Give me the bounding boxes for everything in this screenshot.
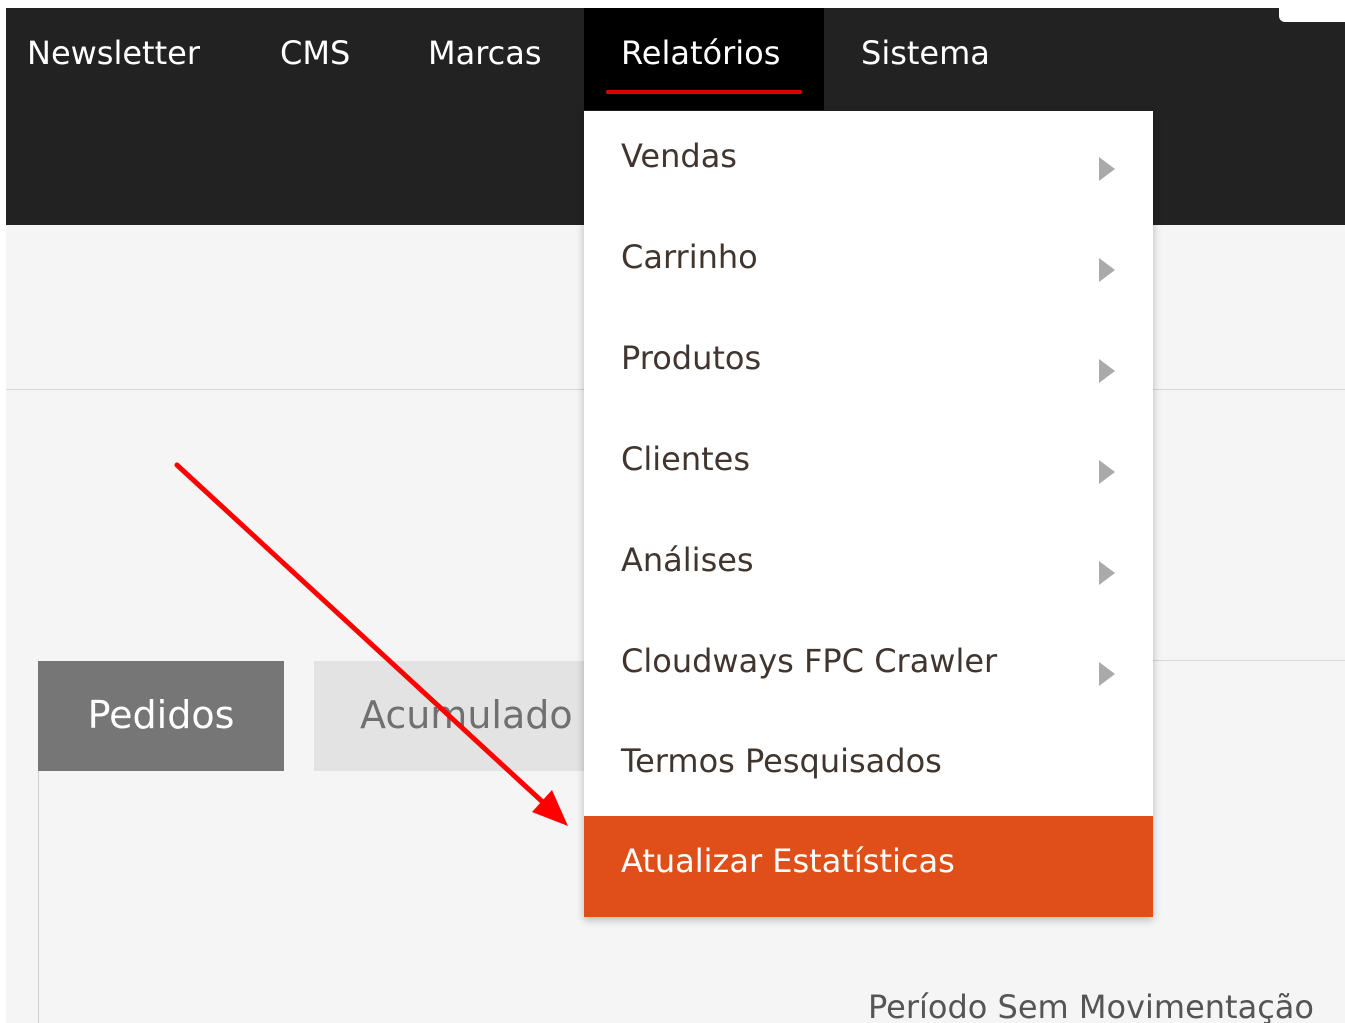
menu-item-vendas[interactable]: Vendas [584,111,1153,212]
nav-item-relatorios[interactable]: Relatórios [584,8,824,110]
relatorios-dropdown-menu: Vendas Carrinho Produtos Clientes Anális… [584,111,1153,917]
tab-pedidos[interactable]: Pedidos [38,661,284,771]
submenu-arrow-icon [1099,359,1115,383]
submenu-arrow-icon [1099,662,1115,686]
nav-item-cms[interactable]: CMS [280,8,350,110]
menu-item-produtos[interactable]: Produtos [584,313,1153,414]
menu-item-clientes[interactable]: Clientes [584,414,1153,515]
menu-item-label: Cloudways FPC Crawler [621,642,998,680]
menu-item-label: Produtos [621,339,762,377]
submenu-arrow-icon [1099,460,1115,484]
menu-item-label: Termos Pesquisados [621,742,942,780]
nav-item-marcas[interactable]: Marcas [428,8,542,110]
menu-item-label: Atualizar Estatísticas [621,842,955,880]
nav-item-relatorios-label: Relatórios [621,34,781,72]
nav-item-newsletter[interactable]: Newsletter [27,8,200,110]
menu-item-analises[interactable]: Análises [584,515,1153,616]
menu-item-label: Vendas [621,137,737,175]
menu-item-termos-pesquisados[interactable]: Termos Pesquisados [584,716,1153,817]
menu-item-atualizar-estatisticas[interactable]: Atualizar Estatísticas [584,816,1153,917]
admin-page: Newsletter CMS Marcas Relatórios Sistema… [0,0,1345,1023]
menu-item-label: Clientes [621,440,750,478]
submenu-arrow-icon [1099,561,1115,585]
periodo-sem-movimentacao-text: Período Sem Movimentação [868,988,1314,1023]
menu-item-label: Carrinho [621,238,758,276]
panel-left-border [38,771,39,1023]
menu-item-label: Análises [621,541,754,579]
active-nav-underline [606,90,802,94]
menu-item-carrinho[interactable]: Carrinho [584,212,1153,313]
tab-acumulado[interactable]: Acumulado [314,661,586,771]
submenu-arrow-icon [1099,157,1115,181]
nav-item-sistema[interactable]: Sistema [861,8,990,110]
submenu-arrow-icon [1099,258,1115,282]
topbar-corner-box [1279,8,1345,22]
menu-item-cloudways-fpc-crawler[interactable]: Cloudways FPC Crawler [584,616,1153,717]
